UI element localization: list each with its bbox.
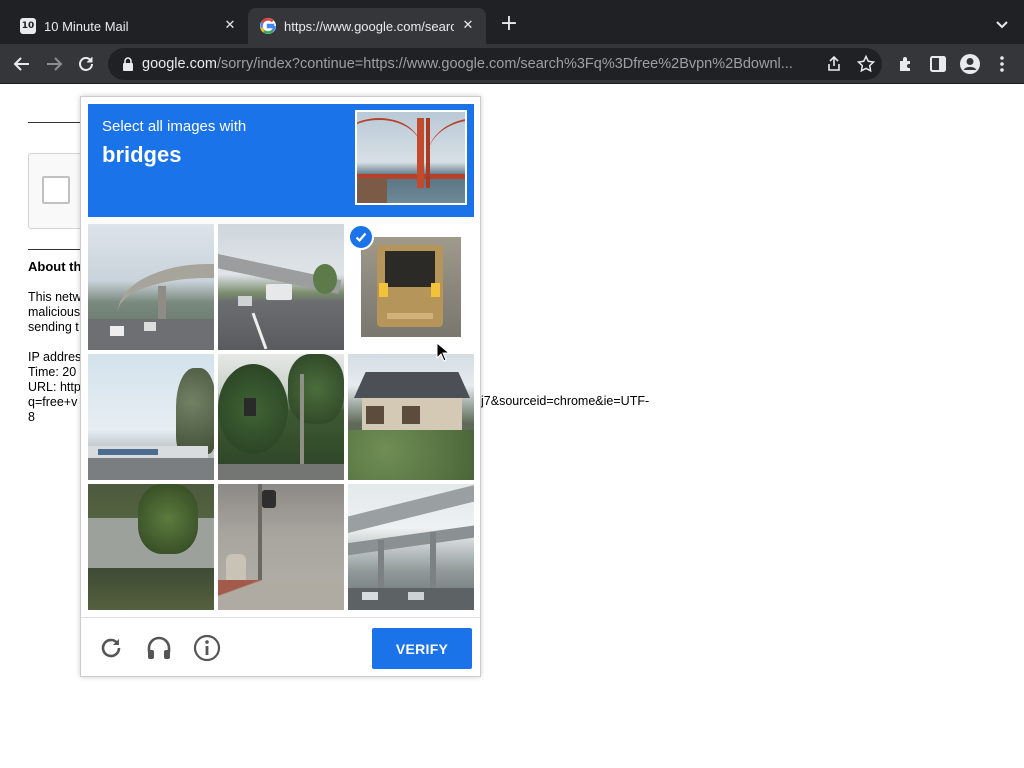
verify-button[interactable]: VERIFY <box>372 628 472 669</box>
lock-icon <box>123 57 133 71</box>
recaptcha-anchor <box>28 153 88 229</box>
about-heading: About th <box>28 259 82 274</box>
close-icon[interactable]: ✕ <box>460 18 476 34</box>
recaptcha-challenge: Select all images with bridges VERIFY <box>80 96 481 677</box>
ten-minute-mail-icon: 10 <box>20 18 36 34</box>
image-tile[interactable] <box>218 484 344 610</box>
chevron-down-icon[interactable] <box>992 14 1012 34</box>
forward-arrow-icon[interactable] <box>42 52 66 76</box>
request-url-tail: j7&sourceid=chrome&ie=UTF- <box>481 394 650 408</box>
tab-title: 10 Minute Mail <box>44 18 129 34</box>
mouse-pointer-icon <box>436 342 450 362</box>
tab-title: https://www.google.com/search <box>284 18 454 34</box>
checkmark-icon <box>348 224 374 250</box>
tab-google-search[interactable]: https://www.google.com/search ✕ <box>248 8 486 44</box>
image-tile[interactable] <box>88 224 214 350</box>
sample-bridge-image <box>355 110 467 205</box>
challenge-target-word: bridges <box>102 142 182 167</box>
back-arrow-icon[interactable] <box>10 52 34 76</box>
image-grid <box>88 224 474 610</box>
side-panel-icon[interactable] <box>926 52 950 76</box>
about-paragraph: This netw malicious sending t <box>28 290 82 334</box>
image-tile[interactable] <box>218 224 344 350</box>
image-tile[interactable] <box>218 354 344 480</box>
profile-avatar-icon[interactable] <box>958 52 982 76</box>
challenge-header: Select all images with bridges <box>88 104 474 217</box>
address-bar[interactable]: google.com/sorry/index?continue=https://… <box>108 48 882 80</box>
url-text[interactable]: google.com/sorry/index?continue=https://… <box>142 56 814 72</box>
divider <box>28 122 80 123</box>
extensions-puzzle-icon[interactable] <box>894 52 918 76</box>
divider <box>28 249 80 250</box>
challenge-footer: VERIFY <box>81 617 480 677</box>
tab-10-minute-mail[interactable]: 10 10 Minute Mail ✕ <box>8 8 248 44</box>
google-icon <box>260 18 276 34</box>
audio-challenge-headphones-icon[interactable] <box>145 634 173 662</box>
image-tile[interactable] <box>88 484 214 610</box>
tab-strip: 10 10 Minute Mail ✕ https://www.google.c… <box>0 0 1024 44</box>
close-icon[interactable]: ✕ <box>222 18 238 34</box>
info-icon[interactable] <box>193 634 221 662</box>
browser-toolbar: google.com/sorry/index?continue=https://… <box>0 44 1024 84</box>
image-tile-selected[interactable] <box>348 224 474 350</box>
image-tile[interactable] <box>348 354 474 480</box>
image-tile[interactable] <box>88 354 214 480</box>
recaptcha-checkbox[interactable] <box>42 176 70 204</box>
new-tab-plus-icon[interactable]: + <box>498 13 520 36</box>
request-details: IP addres Time: 20 URL: http q=free+v 8 <box>28 350 82 424</box>
challenge-prompt: Select all images with <box>102 118 247 135</box>
image-tile[interactable] <box>348 484 474 610</box>
reload-challenge-icon[interactable] <box>97 634 125 662</box>
reload-icon[interactable] <box>74 52 98 76</box>
more-menu-icon[interactable] <box>990 52 1014 76</box>
bookmark-star-icon[interactable] <box>856 54 876 74</box>
share-icon[interactable] <box>824 54 844 74</box>
